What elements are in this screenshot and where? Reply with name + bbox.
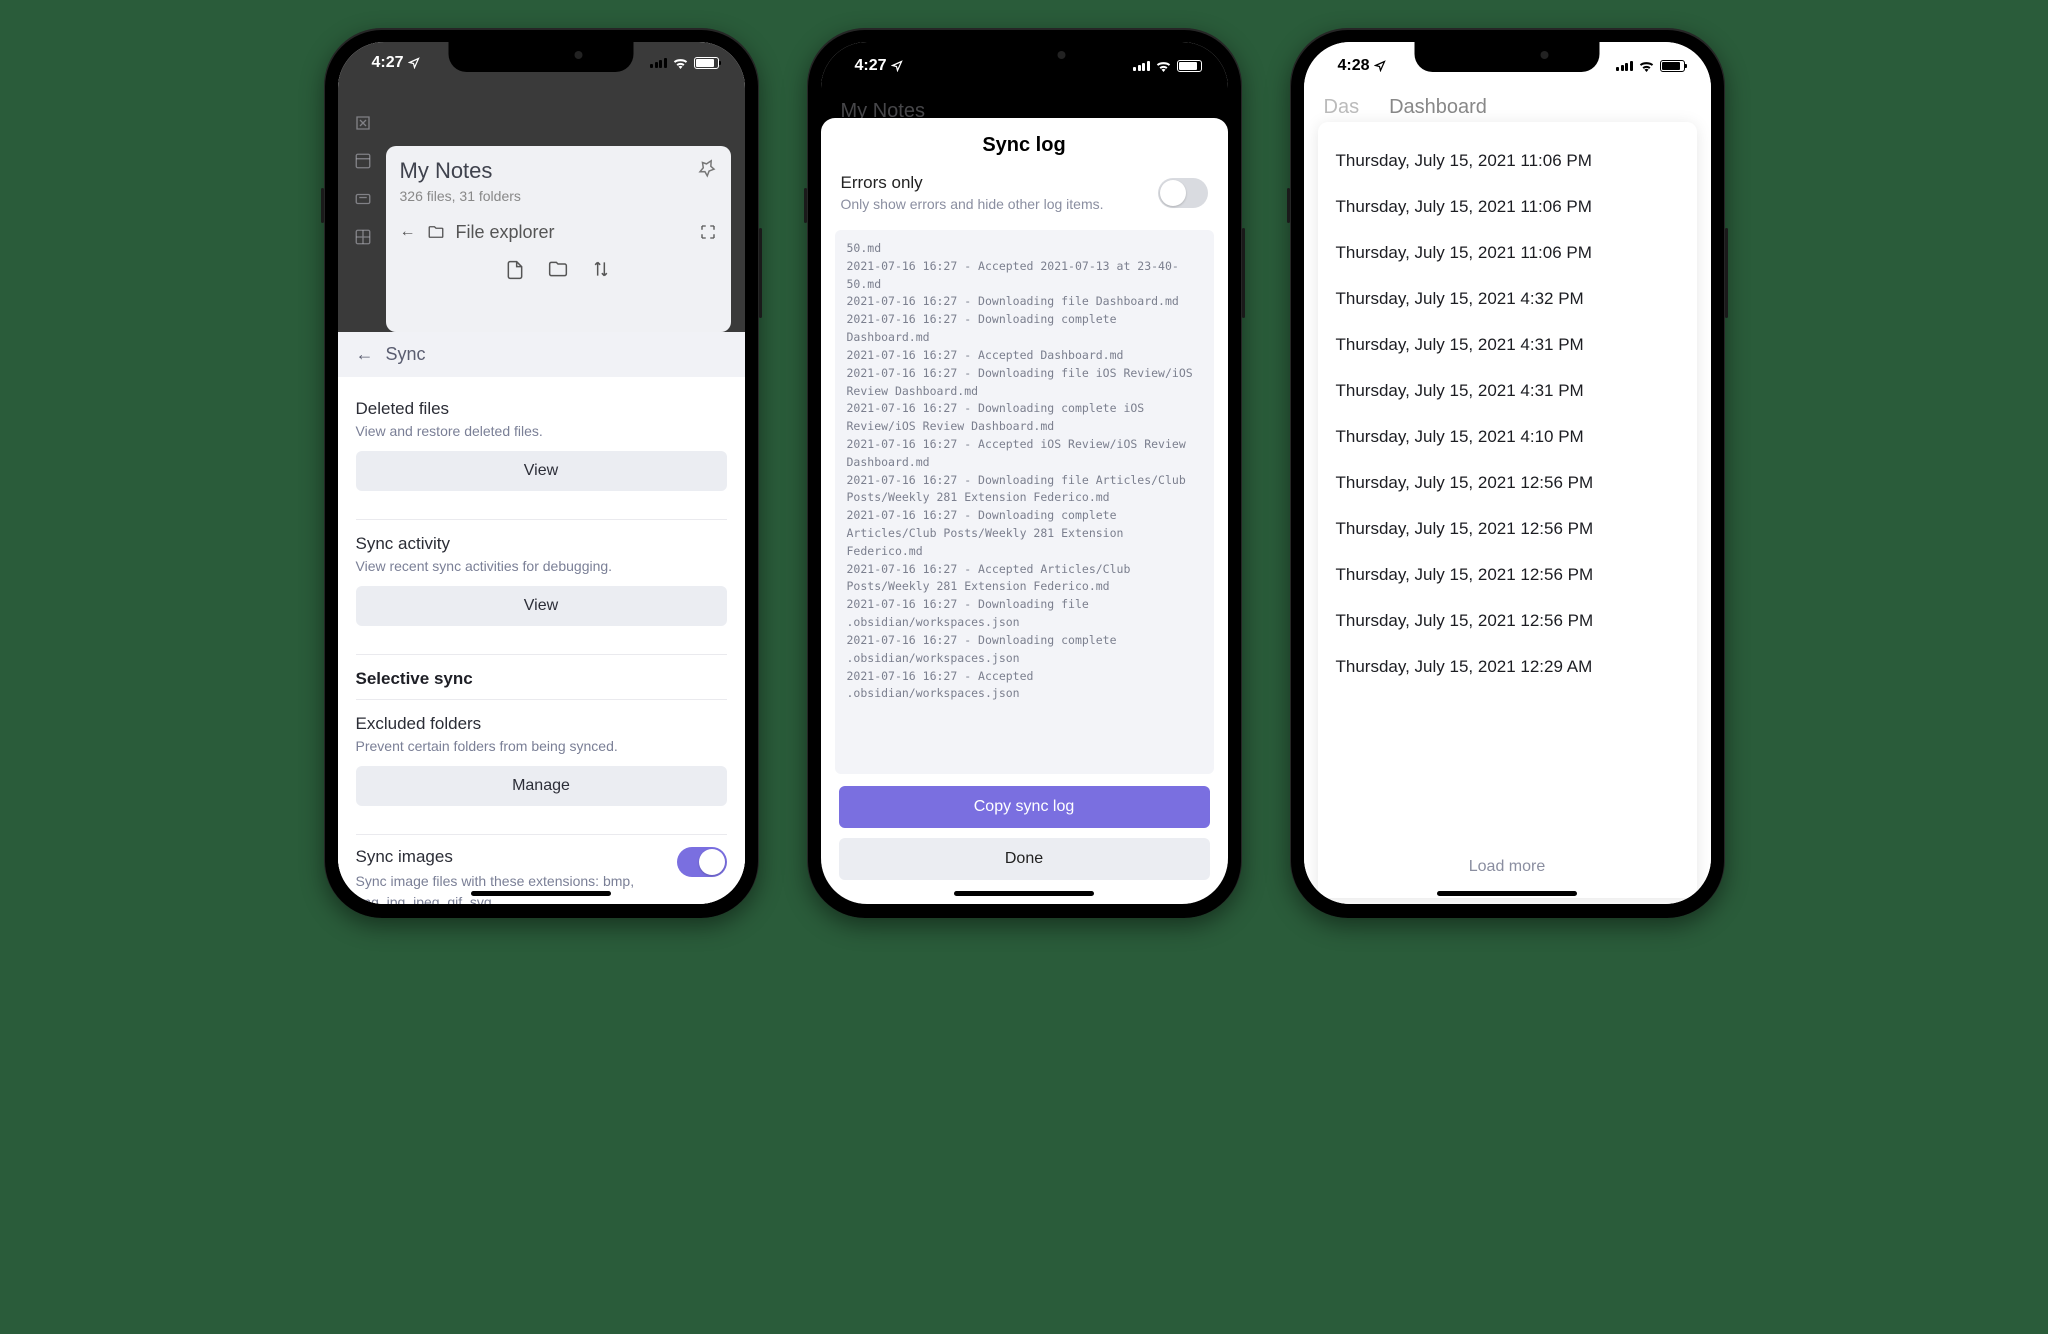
sync-images-title: Sync images	[356, 847, 665, 867]
sync-images-toggle[interactable]	[677, 847, 727, 877]
version-history-item[interactable]: Thursday, July 15, 2021 12:56 PM	[1336, 460, 1679, 506]
device-notch	[1415, 42, 1600, 72]
divider	[356, 654, 727, 655]
screen-1: 4:27	[338, 42, 745, 904]
sync-settings-sheet: ← Sync Deleted files View and restore de…	[338, 332, 745, 904]
sidebar-icon-3[interactable]	[354, 190, 372, 208]
phone1-surface: 4:27	[338, 42, 745, 904]
version-history-item[interactable]: Thursday, July 15, 2021 12:56 PM	[1336, 598, 1679, 644]
device-notch	[932, 42, 1117, 72]
vault-title: My Notes	[400, 158, 521, 184]
sheet-header[interactable]: ← Sync	[338, 332, 745, 377]
divider	[356, 699, 727, 700]
divider	[356, 519, 727, 520]
sync-log-textarea[interactable]: 50.md 2021-07-16 16:27 - Accepted 2021-0…	[835, 230, 1214, 774]
excluded-folders-manage-button[interactable]: Manage	[356, 766, 727, 806]
phone3-header-peek: Das Dashboard	[1324, 96, 1691, 119]
version-history-modal: Thursday, July 15, 2021 11:06 PMThursday…	[1318, 122, 1697, 898]
version-history-item[interactable]: Thursday, July 15, 2021 12:29 AM	[1336, 644, 1679, 690]
deleted-files-title: Deleted files	[356, 399, 727, 419]
load-more-button[interactable]: Load more	[1336, 852, 1679, 882]
sheet-title: Sync	[386, 344, 426, 365]
phone3-surface: 4:28 Das Dashboard Thursday	[1304, 42, 1711, 904]
sync-activity-desc: View recent sync activities for debuggin…	[356, 558, 727, 574]
screen-3: 4:28 Das Dashboard Thursday	[1304, 42, 1711, 904]
back-icon[interactable]: ←	[400, 223, 416, 241]
new-folder-icon[interactable]	[547, 259, 569, 281]
home-indicator[interactable]	[954, 891, 1094, 896]
sync-images-desc: Sync image files with these extensions: …	[356, 871, 665, 904]
cell-signal-icon	[1133, 61, 1150, 71]
phone-frame-2: 4:27 My Notes Sync log	[807, 28, 1242, 918]
version-history-item[interactable]: Thursday, July 15, 2021 11:06 PM	[1336, 138, 1679, 184]
sync-log-modal: Sync log Errors only Only show errors an…	[821, 118, 1228, 904]
version-history-item[interactable]: Thursday, July 15, 2021 11:06 PM	[1336, 184, 1679, 230]
file-explorer-label: File explorer	[456, 222, 555, 243]
back-arrow-icon[interactable]: ←	[356, 344, 374, 365]
new-file-icon[interactable]	[505, 259, 525, 281]
battery-icon	[694, 57, 719, 69]
clock: 4:28	[1338, 57, 1370, 75]
battery-icon	[1660, 60, 1685, 72]
sync-activity-view-button[interactable]: View	[356, 586, 727, 626]
errors-only-title: Errors only	[841, 173, 1104, 193]
excluded-folders-title: Excluded folders	[356, 714, 727, 734]
location-icon	[891, 60, 903, 72]
phone1-dim-layer: 4:27	[338, 42, 745, 332]
wifi-icon	[1638, 60, 1655, 72]
vault-panel: My Notes 326 files, 31 folders ← File ex…	[386, 146, 731, 332]
home-indicator[interactable]	[1437, 891, 1577, 896]
behind-tab-label: Das	[1324, 96, 1360, 119]
sync-log-title: Sync log	[821, 118, 1228, 171]
done-button[interactable]: Done	[839, 838, 1210, 880]
sidebar-icon-2[interactable]	[354, 152, 372, 170]
version-history-item[interactable]: Thursday, July 15, 2021 11:06 PM	[1336, 230, 1679, 276]
vault-file-count: 326 files, 31 folders	[400, 188, 521, 204]
divider	[356, 834, 727, 835]
folder-icon	[426, 223, 446, 241]
deleted-files-desc: View and restore deleted files.	[356, 423, 727, 439]
version-history-item[interactable]: Thursday, July 15, 2021 12:56 PM	[1336, 552, 1679, 598]
cell-signal-icon	[650, 58, 667, 68]
version-history-item[interactable]: Thursday, July 15, 2021 4:32 PM	[1336, 276, 1679, 322]
wifi-icon	[672, 57, 689, 69]
version-history-item[interactable]: Thursday, July 15, 2021 4:31 PM	[1336, 322, 1679, 368]
copy-sync-log-button[interactable]: Copy sync log	[839, 786, 1210, 828]
errors-only-desc: Only show errors and hide other log item…	[841, 196, 1104, 212]
sync-activity-title: Sync activity	[356, 534, 727, 554]
cell-signal-icon	[1616, 61, 1633, 71]
dashboard-title: Dashboard	[1389, 96, 1487, 119]
phone-frame-1: 4:27	[324, 28, 759, 918]
pin-icon[interactable]	[697, 158, 717, 178]
excluded-folders-desc: Prevent certain folders from being synce…	[356, 738, 727, 754]
battery-icon	[1177, 60, 1202, 72]
version-history-list[interactable]: Thursday, July 15, 2021 11:06 PMThursday…	[1336, 138, 1679, 852]
selective-sync-heading: Selective sync	[356, 659, 727, 695]
sort-icon[interactable]	[591, 259, 611, 281]
location-icon	[408, 57, 420, 69]
errors-only-toggle[interactable]	[1158, 178, 1208, 208]
clock: 4:27	[855, 57, 887, 75]
version-history-item[interactable]: Thursday, July 15, 2021 4:10 PM	[1336, 414, 1679, 460]
version-history-item[interactable]: Thursday, July 15, 2021 12:56 PM	[1336, 506, 1679, 552]
phone-frame-3: 4:28 Das Dashboard Thursday	[1290, 28, 1725, 918]
sidebar-icon-1[interactable]	[354, 114, 372, 132]
device-notch	[449, 42, 634, 72]
home-indicator[interactable]	[471, 891, 611, 896]
screen-2: 4:27 My Notes Sync log	[821, 42, 1228, 904]
version-history-item[interactable]: Thursday, July 15, 2021 4:31 PM	[1336, 368, 1679, 414]
location-icon	[1374, 60, 1386, 72]
deleted-files-view-button[interactable]: View	[356, 451, 727, 491]
sidebar-icon-4[interactable]	[354, 228, 372, 246]
wifi-icon	[1155, 60, 1172, 72]
expand-icon[interactable]	[699, 223, 717, 241]
clock: 4:27	[372, 54, 404, 72]
